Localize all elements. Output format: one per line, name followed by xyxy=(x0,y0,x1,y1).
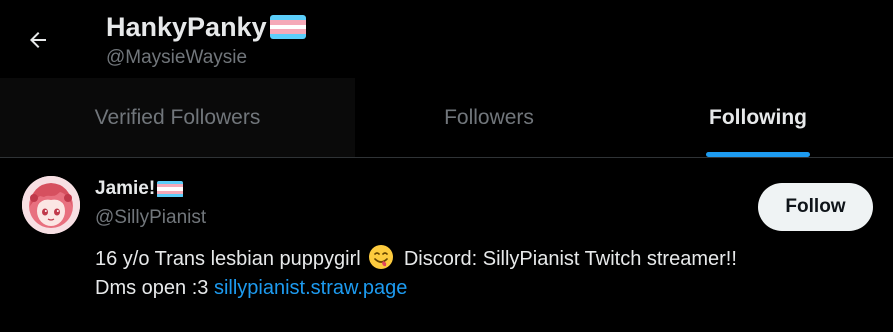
back-button[interactable] xyxy=(18,20,58,60)
transgender-flag-icon xyxy=(269,15,306,39)
arrow-left-icon xyxy=(30,32,46,48)
tab-label: Followers xyxy=(444,105,534,129)
tab-followers[interactable]: Followers xyxy=(355,78,623,157)
profile-header: HankyPanky @MaysieWaysie xyxy=(0,0,893,78)
profile-following-page: HankyPanky @MaysieWaysie Verified Follow… xyxy=(0,0,893,332)
profile-name-text: HankyPanky xyxy=(106,12,267,42)
follow-tabs: Verified Followers Followers Following xyxy=(0,78,893,158)
avatar[interactable] xyxy=(22,176,80,234)
profile-title-block: HankyPanky @MaysieWaysie xyxy=(106,10,306,70)
avatar-image xyxy=(22,176,80,234)
bio-text: 16 y/o Trans lesbian puppygirl xyxy=(95,248,367,270)
follow-button[interactable]: Follow xyxy=(758,183,873,231)
profile-handle: @MaysieWaysie xyxy=(106,47,248,68)
tab-label: Following xyxy=(709,105,807,129)
face-savoring-food-emoji xyxy=(369,245,394,269)
user-cell[interactable]: Jamie! @SillyPianist 16 y/o Trans lesbia… xyxy=(0,158,893,332)
user-bio: 16 y/o Trans lesbian puppygirl Discord: … xyxy=(95,244,875,303)
user-display-name[interactable]: Jamie! xyxy=(95,176,875,202)
bio-line-2: Dms open :3 xyxy=(95,277,214,299)
bio-text-2: Discord: SillyPianist Twitch streamer!! xyxy=(398,248,737,270)
tab-following[interactable]: Following xyxy=(623,78,893,157)
bio-link[interactable]: sillypianist.straw.page xyxy=(214,277,407,299)
user-name-text: Jamie! xyxy=(95,178,156,199)
user-info: Jamie! @SillyPianist 16 y/o Trans lesbia… xyxy=(95,176,875,303)
tab-verified-followers[interactable]: Verified Followers xyxy=(0,78,355,157)
active-tab-indicator xyxy=(706,152,810,157)
profile-display-name: HankyPanky xyxy=(106,10,306,44)
tab-label: Verified Followers xyxy=(94,105,261,129)
transgender-flag-icon xyxy=(157,180,184,198)
